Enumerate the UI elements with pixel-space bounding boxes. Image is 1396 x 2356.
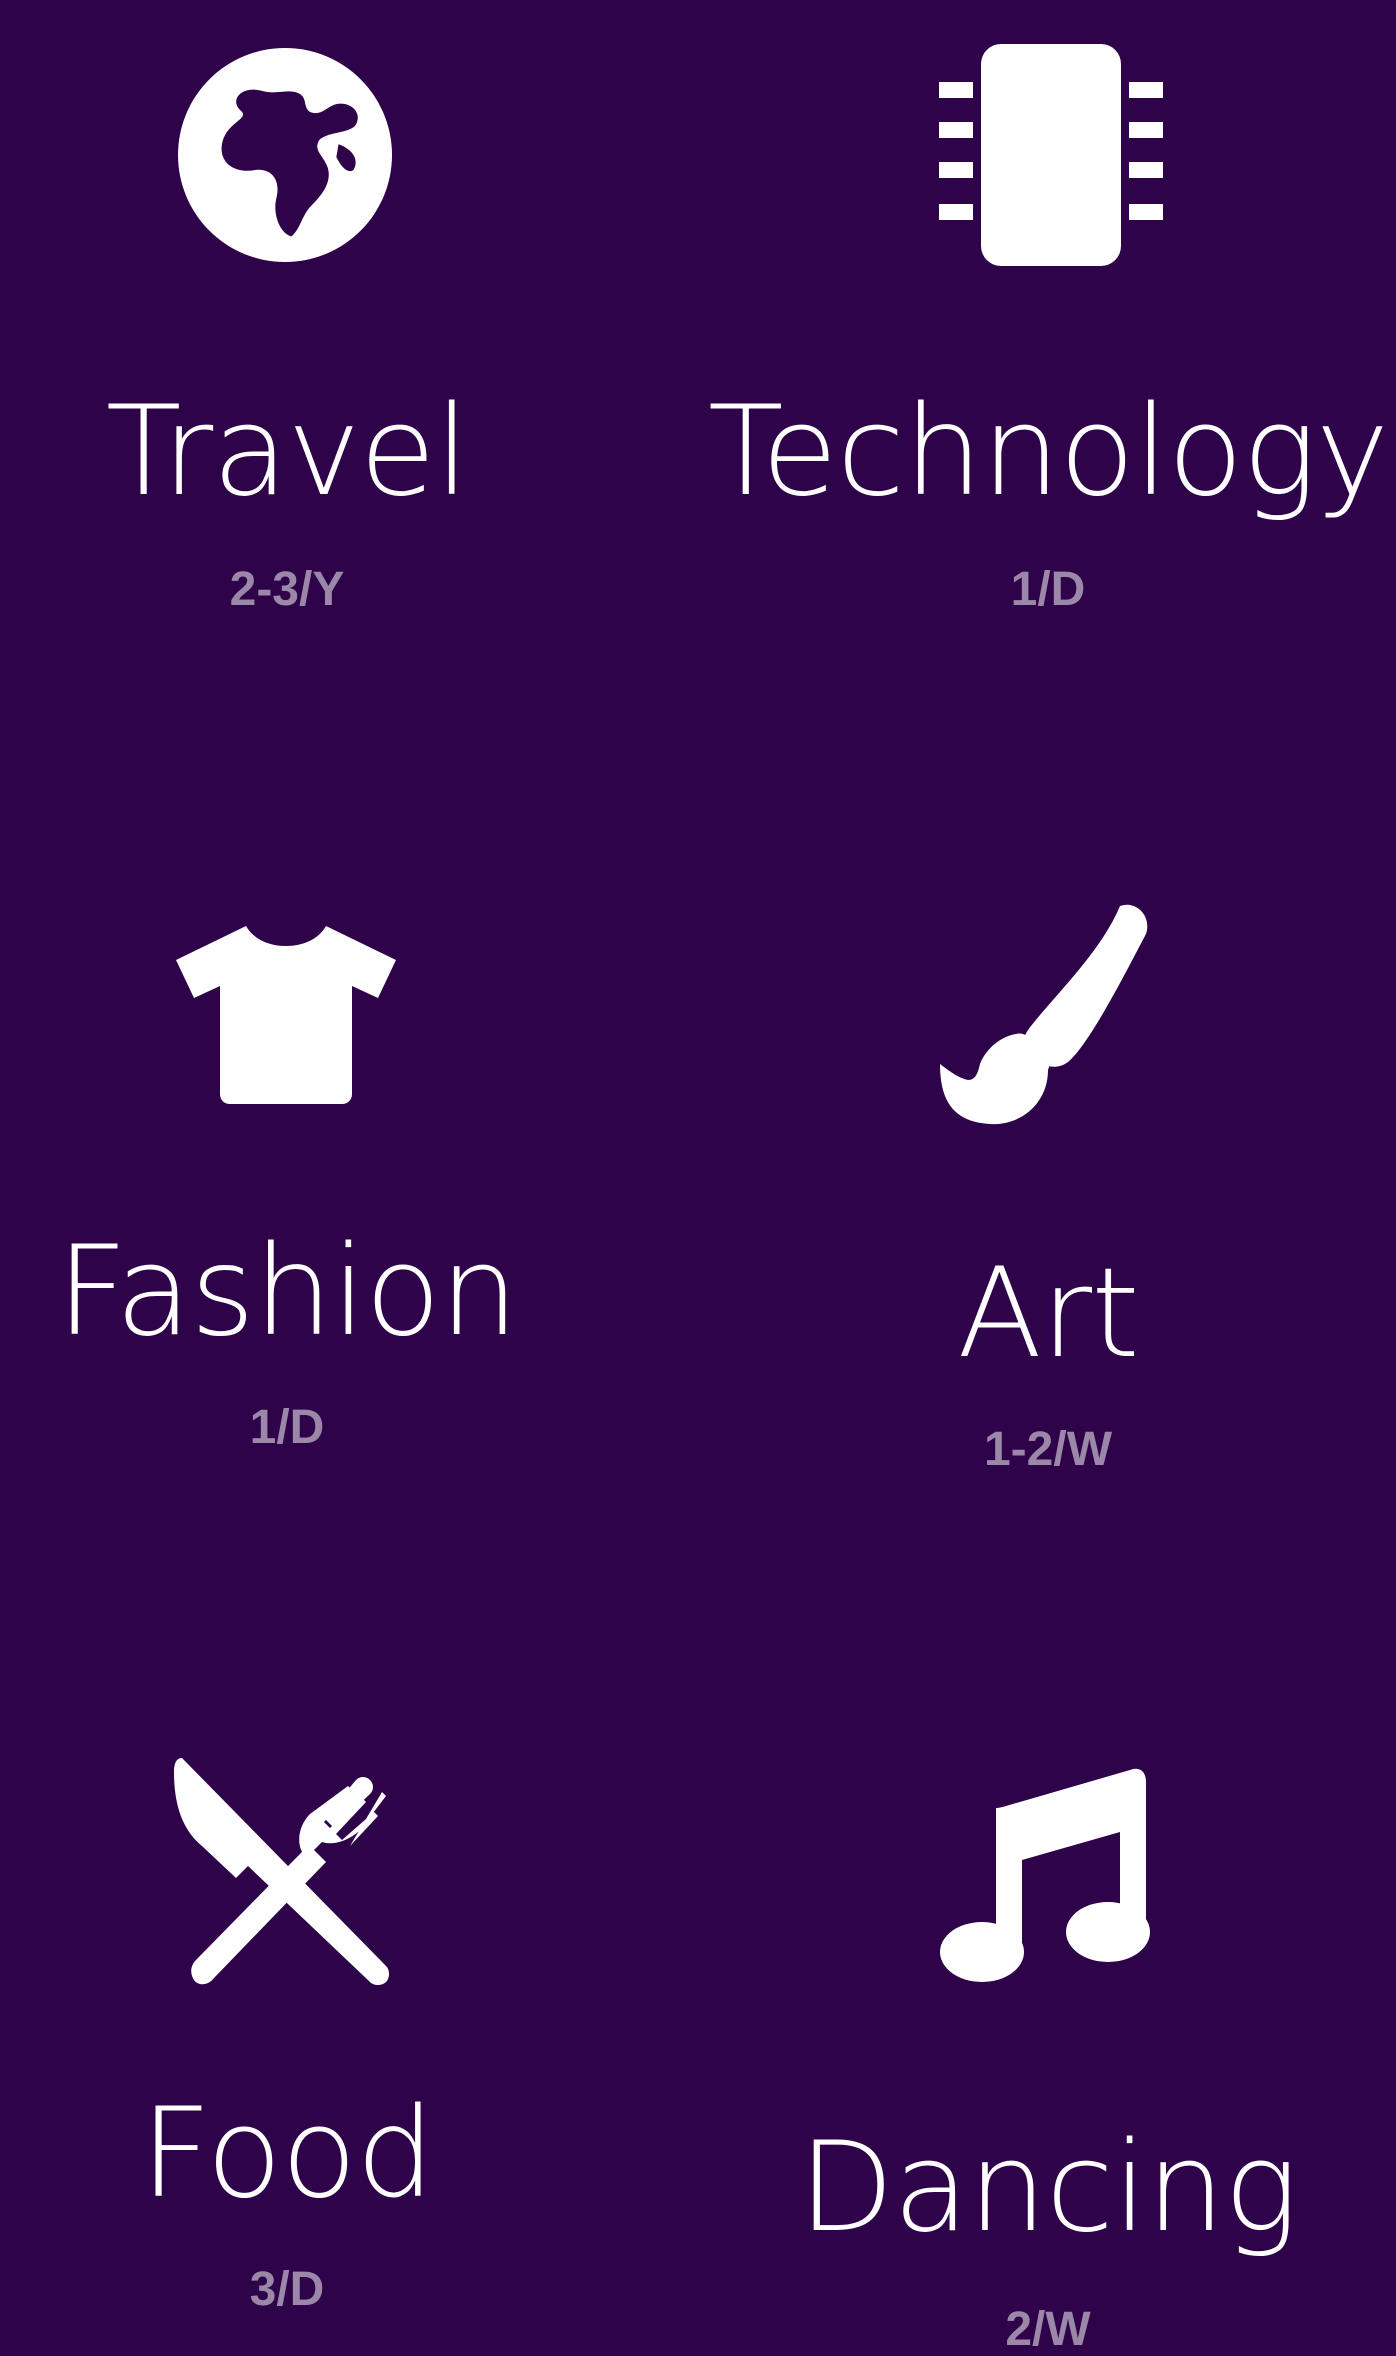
category-label-travel: Travel (105, 380, 470, 524)
category-tile-travel[interactable]: Travel 2-3/Y (0, 0, 574, 700)
category-label-art: Art (957, 1242, 1139, 1386)
category-tile-art[interactable]: Art 1-2/W (700, 860, 1396, 1560)
category-grid: Travel 2-3/Y Technology 1/D Fashion 1/D … (0, 0, 1396, 2354)
category-label-dancing: Dancing (798, 2116, 1299, 2260)
category-tile-technology[interactable]: Technology 1/D (700, 0, 1396, 700)
category-frequency-travel: 2-3/Y (229, 563, 345, 616)
music-note-icon (940, 1768, 1160, 1984)
tshirt-icon (176, 926, 396, 1104)
category-frequency-art: 1-2/W (983, 1423, 1112, 1476)
category-frequency-fashion: 1/D (249, 1401, 325, 1454)
chip-icon (939, 44, 1163, 266)
category-label-technology: Technology (707, 380, 1389, 524)
category-tile-dancing[interactable]: Dancing 2/W (700, 1700, 1396, 2354)
category-tile-food[interactable]: Food 3/D (0, 1700, 574, 2340)
category-frequency-dancing: 2/W (1005, 2303, 1091, 2356)
category-frequency-food: 3/D (249, 2263, 325, 2316)
paintbrush-icon (940, 904, 1160, 1126)
category-label-food: Food (140, 2082, 434, 2226)
cutlery-icon (174, 1758, 396, 1986)
globe-icon (178, 48, 392, 262)
category-frequency-technology: 1/D (1010, 563, 1086, 616)
category-tile-fashion[interactable]: Fashion 1/D (0, 860, 574, 1560)
category-label-fashion: Fashion (56, 1220, 518, 1364)
